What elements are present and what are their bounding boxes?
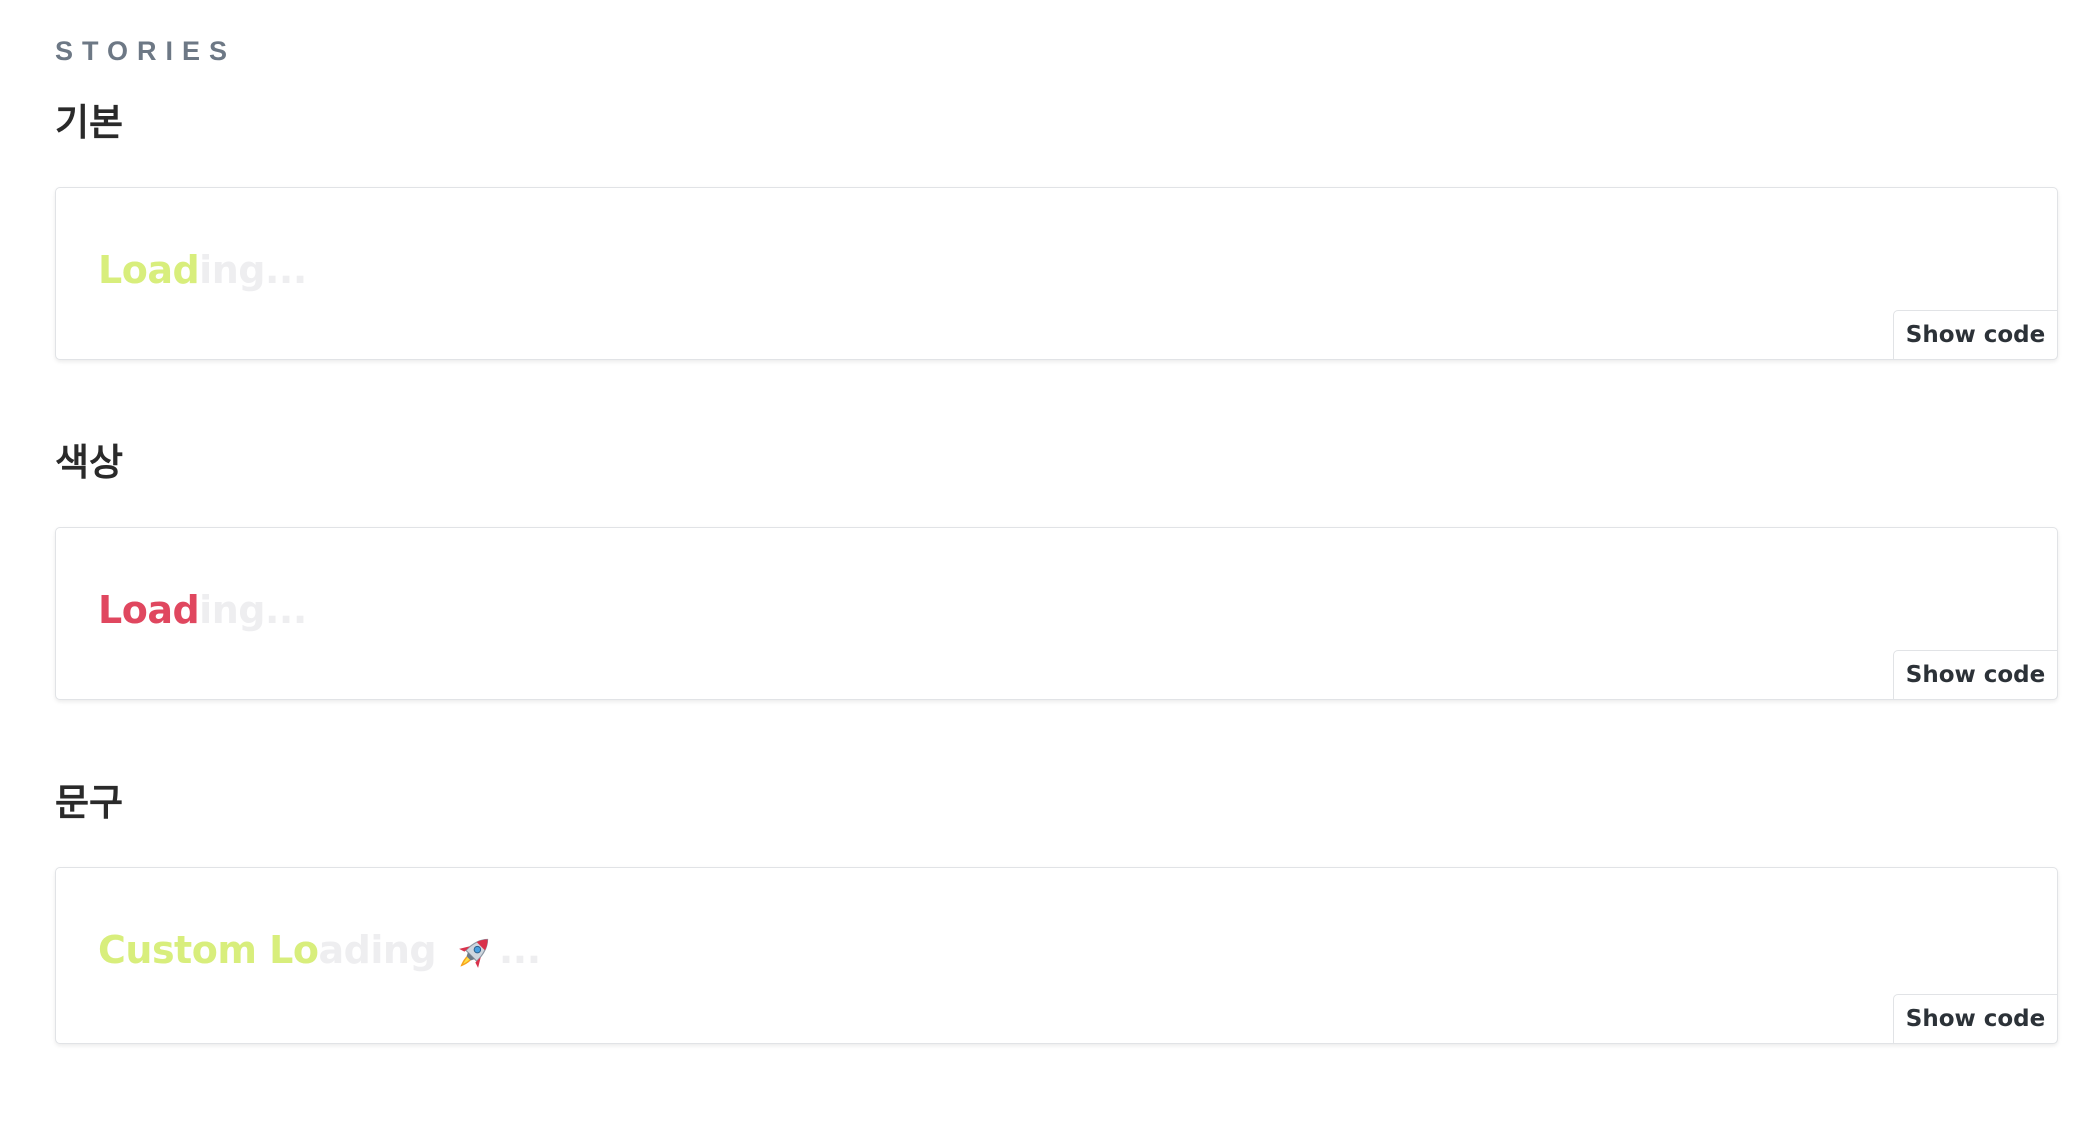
show-code-button[interactable]: Show code [1893,994,2058,1044]
story-preview-color: Loading... Show code [55,527,2058,700]
story-title-color: 색상 [55,441,124,484]
loading-indicator: Loading... [98,588,307,632]
rocket-icon [451,930,497,976]
show-code-button[interactable]: Show code [1893,650,2058,700]
loading-ghost-text: ading [318,928,449,972]
loading-indicator: Loading... [98,248,307,292]
loading-filled-text: Custom Lo [98,928,319,972]
show-code-button[interactable]: Show code [1893,310,2058,360]
loading-ghost-tail: ... [498,928,541,972]
story-title-basic: 기본 [55,101,124,144]
loading-ghost-text: ing... [199,248,307,292]
docs-page: STORIES 기본 Loading... Show code 색상 Loadi… [0,0,2098,1130]
section-label: STORIES [55,36,237,66]
loading-indicator: Custom Loading ... [98,928,541,976]
story-preview-basic: Loading... Show code [55,187,2058,360]
loading-filled-text: Load [98,248,200,292]
story-preview-text: Custom Loading ... Show code [55,867,2058,1044]
loading-filled-text: Load [98,588,200,632]
story-title-text: 문구 [55,781,124,824]
loading-ghost-text: ing... [199,588,307,632]
